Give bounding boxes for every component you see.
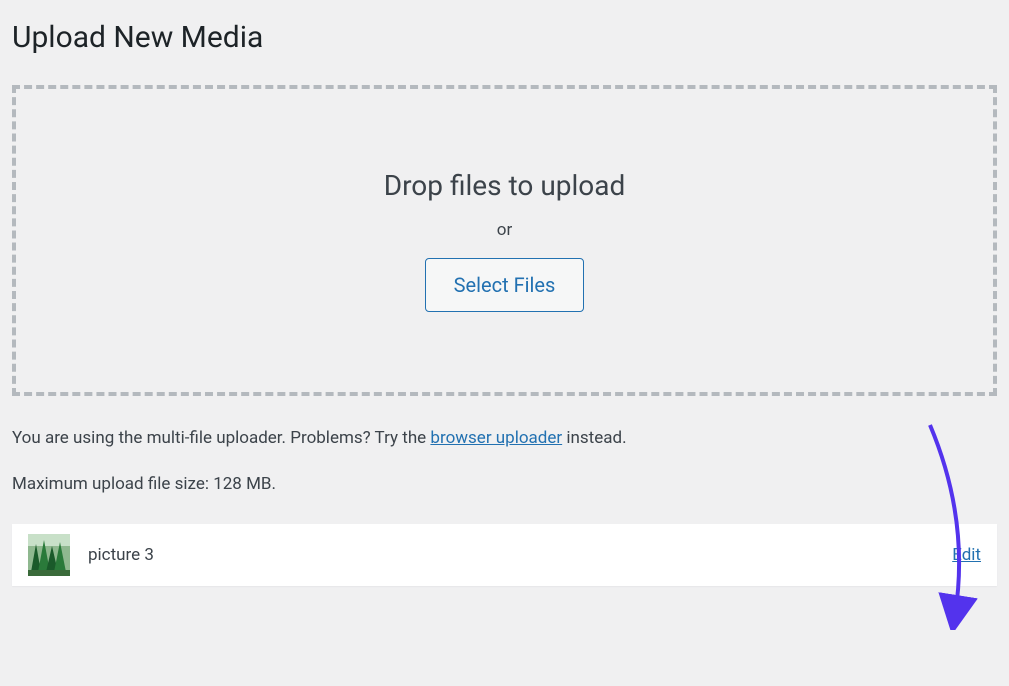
select-files-button[interactable]: Select Files — [425, 258, 585, 312]
uploader-info-text: You are using the multi-file uploader. P… — [12, 426, 997, 452]
info-prefix: You are using the multi-file uploader. P… — [12, 428, 430, 448]
file-drop-zone[interactable]: Drop files to upload or Select Files — [12, 85, 997, 396]
media-thumbnail — [28, 534, 70, 576]
media-item-name: picture 3 — [88, 545, 952, 565]
page-title: Upload New Media — [12, 20, 997, 55]
drop-zone-title: Drop files to upload — [36, 169, 973, 202]
edit-media-link[interactable]: Edit — [952, 545, 981, 565]
browser-uploader-link[interactable]: browser uploader — [430, 428, 562, 448]
max-upload-size-text: Maximum upload file size: 128 MB. — [12, 474, 997, 494]
drop-zone-or: or — [36, 220, 973, 240]
forest-image-icon — [28, 534, 70, 576]
media-item-row: picture 3 Edit — [12, 524, 997, 586]
info-suffix: instead. — [562, 428, 626, 448]
